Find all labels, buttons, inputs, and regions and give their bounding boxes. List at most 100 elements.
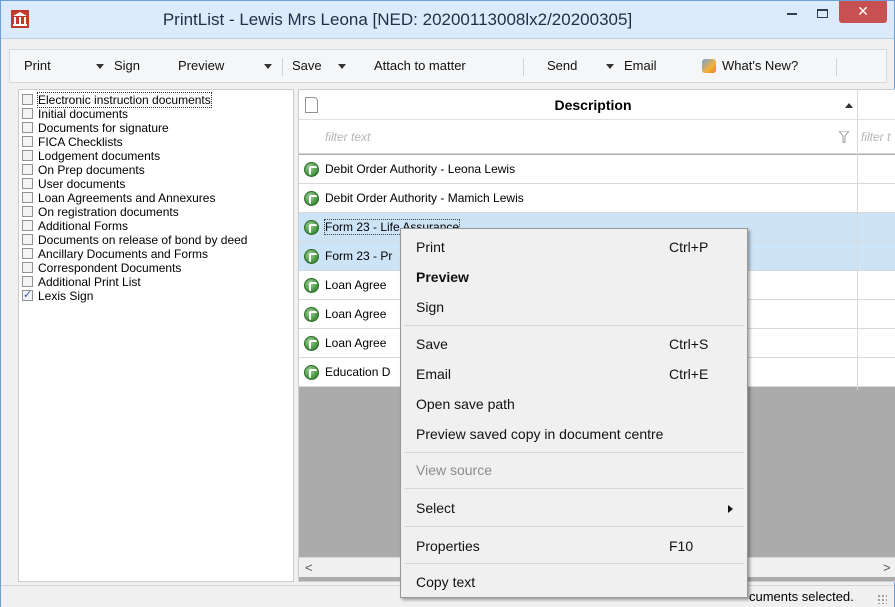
category-checkbox[interactable] — [22, 94, 33, 105]
category-label: On registration documents — [38, 205, 179, 219]
lexis-sign-icon — [304, 249, 319, 264]
sort-ascending-icon[interactable] — [845, 103, 853, 108]
category-item[interactable]: On registration documents — [22, 205, 179, 219]
minimize-icon — [787, 13, 797, 15]
category-checkbox[interactable] — [22, 150, 33, 161]
category-item[interactable]: Documents on release of bond by deed — [22, 233, 247, 247]
menu-item-properties[interactable]: Properties F10 — [401, 534, 747, 558]
menu-item-select[interactable]: Select — [401, 496, 747, 520]
sign-button[interactable]: Sign — [114, 58, 140, 73]
menu-item-email[interactable]: Email Ctrl+E — [401, 362, 747, 386]
close-button[interactable]: ✕ — [839, 1, 887, 23]
preview-dropdown-icon[interactable] — [264, 64, 272, 69]
context-menu: Print Ctrl+P Preview Sign Save Ctrl+S Emai… — [400, 228, 748, 598]
category-item[interactable]: Correspondent Documents — [22, 261, 181, 275]
menu-item-shortcut: Ctrl+P — [669, 239, 709, 255]
menu-item-save[interactable]: Save Ctrl+S — [401, 332, 747, 356]
category-checkbox[interactable] — [22, 276, 33, 287]
lexis-sign-icon — [304, 162, 319, 177]
send-button[interactable]: Send — [547, 58, 577, 73]
category-checkbox[interactable] — [22, 136, 33, 147]
category-checkbox[interactable] — [22, 206, 33, 217]
category-label: Loan Agreements and Annexures — [38, 191, 216, 205]
table-row[interactable]: Debit Order Authority - Mamich Lewis — [299, 184, 895, 213]
table-row[interactable]: Debit Order Authority - Leona Lewis — [299, 155, 895, 184]
minimize-button[interactable] — [779, 3, 805, 25]
document-icon — [305, 97, 318, 113]
save-button[interactable]: Save — [292, 58, 322, 73]
second-column-filter-input[interactable]: filter t — [861, 130, 890, 144]
lexis-sign-icon — [304, 220, 319, 235]
lexis-sign-icon — [304, 365, 319, 380]
category-checkbox[interactable] — [22, 248, 33, 259]
menu-item-copy-text[interactable]: Copy text — [401, 570, 747, 594]
print-button[interactable]: Print — [24, 58, 51, 73]
maximize-button[interactable] — [809, 3, 835, 25]
category-item[interactable]: Electronic instruction documents — [22, 92, 212, 108]
selection-status: cuments selected. — [749, 589, 854, 604]
close-icon: ✕ — [857, 3, 869, 19]
category-item[interactable]: On Prep documents — [22, 163, 145, 177]
whats-new-icon — [702, 59, 716, 73]
category-item[interactable]: Additional Forms — [22, 219, 128, 233]
category-item[interactable]: Ancillary Documents and Forms — [22, 247, 208, 261]
category-item[interactable]: Loan Agreements and Annexures — [22, 191, 215, 205]
menu-item-sign[interactable]: Sign — [401, 295, 747, 319]
category-label: User documents — [38, 177, 126, 191]
category-item[interactable]: Additional Print List — [22, 275, 141, 289]
submenu-arrow-icon — [728, 505, 733, 513]
category-label: FICA Checklists — [38, 135, 123, 149]
lexis-sign-icon — [304, 307, 319, 322]
save-dropdown-icon[interactable] — [338, 64, 346, 69]
category-checkbox[interactable] — [22, 192, 33, 203]
scroll-right-icon[interactable]: > — [883, 560, 891, 575]
menu-item-label: Properties — [416, 538, 480, 554]
category-checkbox[interactable] — [22, 234, 33, 245]
resize-grip-icon[interactable] — [877, 594, 887, 604]
email-button[interactable]: Email — [624, 58, 657, 73]
column-divider — [857, 155, 858, 184]
category-label: Documents for signature — [38, 121, 169, 135]
category-checkbox[interactable] — [22, 220, 33, 231]
lexis-sign-icon — [304, 278, 319, 293]
category-item[interactable]: FICA Checklists — [22, 135, 123, 149]
category-item[interactable]: Documents for signature — [22, 121, 169, 135]
filter-icon[interactable] — [839, 131, 849, 143]
menu-item-preview[interactable]: Preview — [401, 265, 747, 289]
menu-item-label: Sign — [416, 299, 445, 315]
printlist-window: PrintList - Lewis Mrs Leona [NED: 202001… — [0, 0, 895, 607]
menu-separator — [404, 452, 744, 453]
menu-item-label: Select — [416, 500, 455, 516]
send-dropdown-icon[interactable] — [606, 64, 614, 69]
filter-row: filter text filter t — [299, 120, 895, 154]
grid-header: Description — [299, 90, 895, 120]
category-label: Initial documents — [38, 107, 129, 121]
category-label: Lexis Sign — [38, 289, 94, 303]
category-item[interactable]: Lodgement documents — [22, 149, 160, 163]
category-label: Documents on release of bond by deed — [38, 233, 248, 247]
menu-item-label: Save — [416, 336, 448, 352]
print-dropdown-icon[interactable] — [96, 64, 104, 69]
menu-item-print[interactable]: Print Ctrl+P — [401, 235, 747, 259]
preview-button[interactable]: Preview — [178, 58, 224, 73]
category-checkbox[interactable] — [22, 164, 33, 175]
description-column-header[interactable]: Description — [329, 97, 857, 113]
category-item[interactable]: Initial documents — [22, 107, 128, 121]
category-checkbox[interactable] — [22, 108, 33, 119]
description-filter-input[interactable]: filter text — [325, 130, 370, 144]
attach-to-matter-button[interactable]: Attach to matter — [374, 58, 466, 73]
menu-item-preview-saved-copy[interactable]: Preview saved copy in document centre — [401, 422, 747, 446]
scroll-left-icon[interactable]: < — [305, 560, 313, 575]
category-item[interactable]: User documents — [22, 177, 125, 191]
whats-new-button[interactable]: What's New? — [722, 58, 798, 73]
menu-separator — [404, 526, 744, 527]
menu-item-open-save-path[interactable]: Open save path — [401, 392, 747, 416]
menu-item-shortcut: F10 — [669, 538, 694, 554]
category-checkbox[interactable] — [22, 122, 33, 133]
category-checkbox[interactable] — [22, 178, 33, 189]
category-item[interactable]: Lexis Sign — [22, 288, 94, 303]
title-bar[interactable]: PrintList - Lewis Mrs Leona [NED: 202001… — [1, 1, 894, 39]
lexis-sign-icon — [304, 336, 319, 351]
category-checkbox[interactable] — [22, 262, 33, 273]
category-checkbox-checked[interactable] — [22, 288, 33, 302]
